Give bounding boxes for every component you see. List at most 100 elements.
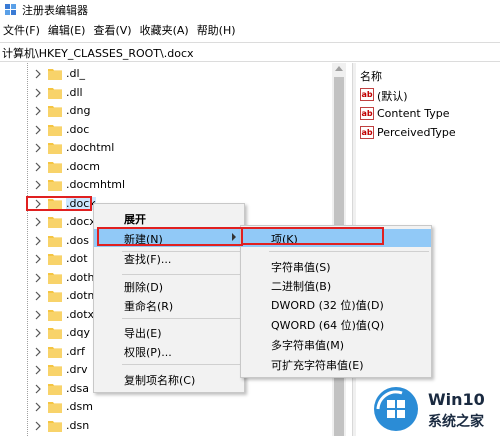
chevron-right-icon[interactable]	[33, 309, 43, 321]
menu-edit[interactable]: 编辑(E)	[44, 22, 90, 40]
chevron-right-icon[interactable]	[33, 142, 43, 154]
folder-icon	[48, 272, 62, 284]
menu-view[interactable]: 查看(V)	[89, 22, 135, 40]
chevron-right-icon[interactable]	[33, 124, 43, 136]
tree-item[interactable]: .docmhtml	[0, 176, 352, 195]
sub-multi-string-value-label: 多字符串值(M)	[271, 339, 345, 352]
address-path[interactable]: 计算机\HKEY_CLASSES_ROOT\.docx	[2, 45, 194, 61]
chevron-right-icon[interactable]	[33, 216, 43, 228]
ctx-find[interactable]: 查找(F)...	[94, 249, 244, 267]
tree-item-label: .dsn	[66, 418, 90, 432]
regedit-app-icon	[5, 4, 16, 15]
tree-item-label: .dot	[66, 252, 88, 265]
annotation-box-key	[241, 227, 384, 245]
folder-icon	[48, 346, 62, 358]
tree-item-label: .drv	[66, 363, 88, 376]
address-bar[interactable]: 计算机\HKEY_CLASSES_ROOT\.docx	[0, 42, 500, 62]
tree-item[interactable]: .docm	[0, 158, 352, 177]
chevron-right-icon[interactable]	[33, 235, 43, 247]
tree-item-label: .dotx	[66, 307, 95, 321]
tree-item[interactable]: .dsn	[0, 417, 352, 436]
folder-icon	[48, 383, 62, 395]
chevron-right-icon[interactable]	[33, 364, 43, 376]
chevron-right-icon[interactable]	[33, 272, 43, 284]
chevron-right-icon[interactable]	[33, 420, 43, 432]
folder-icon	[48, 254, 62, 265]
sub-string-value[interactable]: 字符串值(S)	[241, 257, 431, 275]
chevron-right-icon[interactable]	[33, 327, 43, 339]
tree-item-label: .docmhtml	[66, 178, 126, 191]
tree-item-label: .doc	[66, 122, 90, 136]
menu-file[interactable]: 文件(F)	[0, 22, 44, 40]
scroll-up-arrow-icon[interactable]	[335, 66, 343, 71]
folder-icon	[48, 217, 62, 228]
ctx-delete[interactable]: 删除(D)	[94, 277, 244, 295]
tree-item-label: .docm	[66, 159, 100, 173]
folder-icon	[48, 365, 62, 376]
chevron-right-icon[interactable]	[33, 253, 43, 265]
chevron-right-icon[interactable]	[33, 68, 43, 80]
sub-qword-value[interactable]: QWORD (64 位)值(Q)	[241, 315, 431, 333]
tree-item-label: .dsm	[66, 400, 93, 413]
ctx-permissions[interactable]: 权限(P)...	[94, 342, 244, 360]
folder-icon	[48, 328, 62, 339]
ctx-copy-key-name[interactable]: 复制项名称(C)	[94, 370, 244, 388]
ctx-rename[interactable]: 重命名(R)	[94, 296, 244, 314]
sub-binary-value[interactable]: 二进制值(B)	[241, 276, 431, 294]
ctx-expand[interactable]: 展开	[94, 209, 244, 227]
chevron-right-icon[interactable]	[33, 179, 43, 191]
sub-dword-value[interactable]: DWORD (32 位)值(D)	[241, 295, 431, 313]
sub-expandable-string-value[interactable]: 可扩充字符串值(E)	[241, 355, 431, 373]
ctx-copy-key-name-label: 复制项名称(C)	[124, 374, 196, 387]
folder-icon	[48, 291, 62, 302]
folder-icon	[48, 87, 62, 99]
tree-item[interactable]: .dsm	[0, 398, 352, 417]
value-name: Content Type	[377, 107, 450, 120]
folder-icon	[48, 143, 62, 154]
new-submenu: 项(K) 字符串值(S) 二进制值(B) DWORD (32 位)值(D) QW…	[240, 225, 432, 378]
watermark-subtitle: 系统之家	[428, 414, 484, 430]
chevron-right-icon[interactable]	[33, 346, 43, 358]
value-name: PerceivedType	[377, 126, 456, 139]
sub-multi-string-value[interactable]: 多字符串值(M)	[241, 335, 431, 353]
tree-item[interactable]: .dl_	[0, 65, 352, 84]
chevron-right-icon[interactable]	[33, 401, 43, 413]
chevron-right-icon[interactable]	[33, 87, 43, 99]
folder-icon	[48, 420, 62, 432]
ctx-permissions-label: 权限(P)...	[124, 346, 172, 359]
sub-binary-value-label: 二进制值(B)	[271, 280, 332, 293]
sub-string-value-label: 字符串值(S)	[271, 261, 331, 274]
ctx-export[interactable]: 导出(E)	[94, 323, 244, 341]
menu-help[interactable]: 帮助(H)	[193, 22, 240, 40]
menu-favorites[interactable]: 收藏夹(A)	[136, 22, 193, 40]
sub-expandable-string-value-label: 可扩充字符串值(E)	[271, 359, 364, 372]
tree-item-label: .dsa	[66, 381, 89, 395]
menu-separator	[269, 251, 429, 252]
tree-item-label: .dl_	[66, 67, 86, 80]
watermark-brand: Win10	[428, 390, 485, 409]
win10-logo-icon	[374, 387, 418, 431]
tree-item[interactable]: .dll	[0, 84, 352, 103]
folder-icon	[48, 69, 62, 80]
sub-dword-value-label: DWORD (32 位)值(D)	[271, 299, 384, 312]
ctx-expand-label: 展开	[124, 213, 146, 226]
menu-separator	[122, 318, 240, 319]
folder-icon	[48, 180, 62, 191]
chevron-right-icon[interactable]	[33, 290, 43, 302]
annotation-box-new	[97, 227, 243, 246]
tree-item[interactable]: .doc	[0, 121, 352, 140]
folder-icon	[48, 106, 62, 117]
tree-item[interactable]: .dochtml	[0, 139, 352, 158]
value-name: (默认)	[377, 90, 408, 103]
tree-item[interactable]: .dng	[0, 102, 352, 121]
string-value-icon: ab	[360, 88, 374, 101]
tree-item-label: .docx	[66, 215, 96, 228]
folder-icon	[48, 309, 62, 321]
chevron-right-icon[interactable]	[33, 161, 43, 173]
chevron-right-icon[interactable]	[33, 105, 43, 117]
chevron-right-icon[interactable]	[33, 383, 43, 395]
menu-separator	[122, 274, 240, 275]
column-header-name[interactable]: 名称	[360, 68, 382, 84]
ctx-rename-label: 重命名(R)	[124, 300, 174, 313]
tree-item-label: .dll	[66, 85, 83, 99]
